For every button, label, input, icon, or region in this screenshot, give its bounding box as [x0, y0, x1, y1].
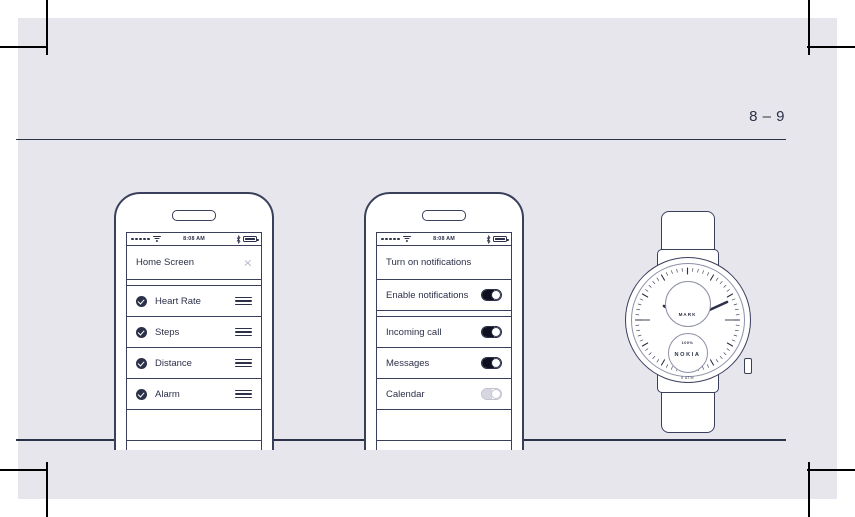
chevron-right-icon [244, 256, 252, 269]
list-item-partial[interactable] [127, 410, 261, 441]
list-item[interactable]: Alarm [127, 379, 261, 410]
list-item-label: Distance [155, 357, 192, 369]
status-bar: 8:08 AM [377, 233, 511, 246]
list-item[interactable]: Heart Rate [127, 286, 261, 317]
settings-row[interactable]: Incoming call [377, 317, 511, 348]
toggle-switch-messages[interactable] [481, 357, 502, 369]
phone-body: 8:08 AM Home Screen Heart Rate Steps Dis… [114, 192, 274, 450]
settings-row[interactable]: Enable notifications [377, 280, 511, 311]
status-bar: 8:08 AM [127, 233, 261, 246]
smartphone-mockup-right: 8:08 AM Turn on notifications Enable not… [358, 192, 530, 450]
phone-speaker-icon [422, 210, 466, 221]
check-circle-icon[interactable] [136, 295, 147, 307]
toggle-switch-enable-notifications[interactable] [481, 289, 502, 301]
drag-handle-icon[interactable] [235, 389, 252, 399]
phone-body: 8:08 AM Turn on notifications Enable not… [364, 192, 524, 450]
check-circle-icon[interactable] [136, 357, 147, 369]
settings-row-label: Messages [386, 357, 430, 369]
crop-mark-bottom-right-horizontal [807, 469, 855, 471]
crop-mark-top-right-horizontal [807, 46, 855, 48]
header-rule [16, 139, 786, 140]
list-item[interactable]: Steps [127, 317, 261, 348]
list-item-label: Alarm [155, 388, 180, 400]
crop-mark-top-left-horizontal [0, 46, 48, 48]
watch-subdial-top: MARK [664, 281, 711, 327]
settings-row-label: Incoming call [386, 326, 442, 338]
analog-hybrid-watch: MARK 100% NOKIA 5 ATM [620, 205, 755, 437]
bluetooth-icon [486, 235, 491, 244]
crop-mark-bottom-left-horizontal [0, 469, 48, 471]
phone-speaker-icon [172, 210, 216, 221]
water-resistance-label: 5 ATM [680, 376, 695, 380]
battery-icon [493, 235, 509, 243]
screen-title: Turn on notifications [386, 257, 472, 268]
subdial-top-label: MARK [678, 312, 697, 317]
drag-handle-icon[interactable] [235, 296, 252, 306]
phone-screen: 8:08 AM Turn on notifications Enable not… [376, 232, 512, 450]
subdial-bottom-label: 100% [681, 341, 694, 345]
check-circle-icon[interactable] [136, 326, 147, 338]
settings-row-label: Enable notifications [386, 289, 469, 301]
settings-row[interactable]: Messages [377, 348, 511, 379]
settings-row-label: Calendar [386, 388, 425, 400]
list-item[interactable]: Distance [127, 348, 261, 379]
settings-row[interactable]: Calendar [377, 379, 511, 410]
list-item-label: Heart Rate [155, 295, 201, 307]
settings-row-partial[interactable] [377, 410, 511, 441]
phone-screen: 8:08 AM Home Screen Heart Rate Steps Dis… [126, 232, 262, 450]
drag-handle-icon[interactable] [235, 358, 252, 368]
drag-handle-icon[interactable] [235, 327, 252, 337]
watch-brand-label: NOKIA [674, 352, 701, 358]
list-header-home-screen[interactable]: Home Screen [127, 246, 261, 280]
check-circle-icon[interactable] [136, 388, 147, 400]
list-item-label: Steps [155, 326, 180, 338]
toggle-switch-incoming-call[interactable] [481, 326, 502, 338]
battery-icon [243, 235, 259, 243]
list-header-label: Home Screen [136, 257, 195, 268]
bluetooth-icon [236, 235, 241, 244]
toggle-switch-calendar[interactable] [481, 388, 502, 400]
page-number: 8 – 9 [749, 108, 785, 125]
screen-title-row: Turn on notifications [377, 246, 511, 280]
smartphone-mockup-left: 8:08 AM Home Screen Heart Rate Steps Dis… [108, 192, 280, 450]
